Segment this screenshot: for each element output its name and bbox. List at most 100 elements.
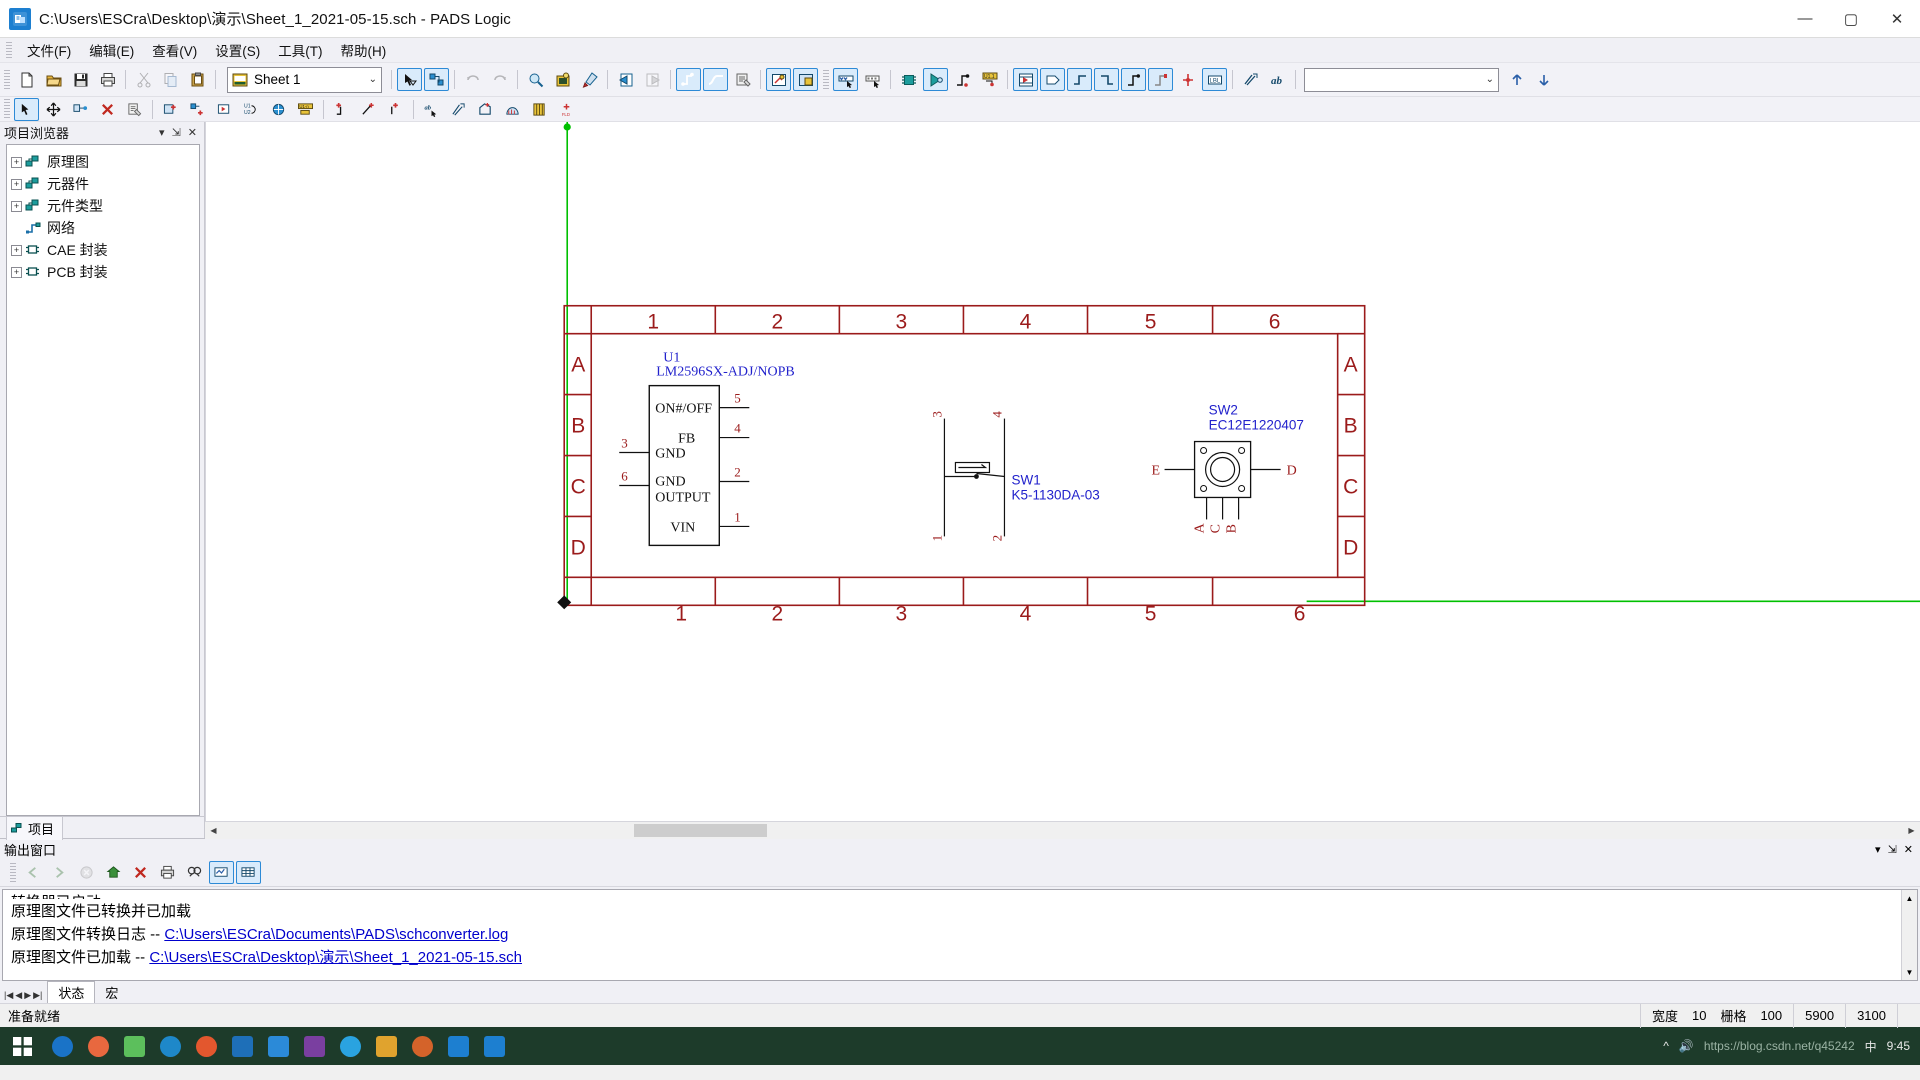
props-icon[interactable] <box>122 98 147 121</box>
copy-part-icon[interactable] <box>68 98 93 121</box>
add-jct-icon[interactable] <box>383 98 408 121</box>
taskbar-app-pads1[interactable] <box>440 1027 476 1065</box>
menu-view[interactable]: 查看(V) <box>143 37 206 63</box>
taskbar-app-firefox[interactable] <box>80 1027 116 1065</box>
redo-icon[interactable] <box>487 68 512 91</box>
menu-tools[interactable]: 工具(T) <box>269 37 331 63</box>
taskbar-app-folder[interactable] <box>368 1027 404 1065</box>
renum-icon[interactable]: U1-n <box>293 98 318 121</box>
place-symbol-icon[interactable] <box>212 98 237 121</box>
taskbar-app-notes[interactable] <box>116 1027 152 1065</box>
text-tool-icon[interactable]: ab <box>419 98 444 121</box>
add-route-icon[interactable] <box>356 98 381 121</box>
scroll-left-button[interactable]: ◀ <box>205 821 222 839</box>
draw-line-icon[interactable] <box>446 98 471 121</box>
output-log-list[interactable]: 转换器已启动 原理图文件已转换并已加载 原理图文件转换日志 -- C:\User… <box>2 889 1918 981</box>
add-connector-icon[interactable] <box>329 98 354 121</box>
draw-poly-icon[interactable] <box>473 98 498 121</box>
first-tab-button[interactable]: |◀ <box>4 990 13 1001</box>
expand-icon[interactable]: + <box>11 178 22 190</box>
next-tab-button[interactable]: ▶ <box>24 990 31 1001</box>
panel-pin-icon[interactable]: ⇲ <box>1888 843 1897 856</box>
add-off-page-icon[interactable] <box>1040 68 1065 91</box>
select-anything-icon[interactable] <box>833 68 858 91</box>
edit-log-icon[interactable] <box>209 861 234 884</box>
tab-project[interactable]: 项目 <box>6 815 64 840</box>
move-icon[interactable] <box>41 98 66 121</box>
swap-refdes-icon[interactable]: U1 U2 <box>239 98 264 121</box>
next-sheet-icon[interactable] <box>640 68 665 91</box>
tray-expand-icon[interactable]: ^ <box>1663 1039 1669 1053</box>
pointer-icon[interactable] <box>14 97 39 121</box>
expand-icon[interactable]: + <box>11 266 22 278</box>
move-down-icon[interactable] <box>1531 68 1556 91</box>
tree-item-nets[interactable]: 网络 <box>11 217 195 239</box>
project-toolbar-icon[interactable] <box>793 68 818 91</box>
forward-icon[interactable] <box>47 861 72 884</box>
tray-volume-icon[interactable]: 🔊 <box>1679 1039 1694 1053</box>
tree-item-pcb[interactable]: + PCB 封装 <box>11 261 195 283</box>
field-combo[interactable]: ⌄ <box>1304 67 1499 92</box>
sheet-selector[interactable]: Sheet 1 ⌄ <box>227 66 382 93</box>
scroll-track[interactable] <box>222 821 1903 839</box>
redraw-icon[interactable] <box>577 68 602 91</box>
taskbar-app-edge[interactable] <box>152 1027 188 1065</box>
add-bus-icon[interactable] <box>703 68 728 91</box>
tree-item-parttypes[interactable]: + 元件类型 <box>11 195 195 217</box>
delete-icon[interactable] <box>95 98 120 121</box>
select-tool-icon[interactable] <box>397 68 422 91</box>
home-icon[interactable] <box>101 861 126 884</box>
project-tree[interactable]: + 原理图 + 元器件 + 元件类型 网络 + CAE 封装 + PCB 封装 <box>6 144 200 816</box>
panel-menu-icon[interactable]: ▾ <box>159 126 165 139</box>
add-pin-icon[interactable] <box>950 68 975 91</box>
paste-icon[interactable] <box>185 68 210 91</box>
save-icon[interactable] <box>68 68 93 91</box>
toolbar-grip[interactable] <box>4 99 10 119</box>
open-icon[interactable] <box>41 68 66 91</box>
output-tab-macro[interactable]: 宏 <box>95 982 128 1003</box>
scroll-down-button[interactable]: ▼ <box>1902 964 1917 980</box>
add-wire-icon[interactable] <box>1121 68 1146 91</box>
taskbar-app-paint[interactable] <box>404 1027 440 1065</box>
output-tab-nav[interactable]: |◀ ◀ ▶ ▶| <box>4 990 47 1003</box>
add-bus-wire-icon[interactable] <box>1148 68 1173 91</box>
canvas-horizontal-scrollbar[interactable]: ◀ ▶ <box>205 821 1920 839</box>
menu-grip[interactable] <box>6 41 12 59</box>
zoom-window-icon[interactable] <box>550 68 575 91</box>
expand-icon[interactable]: + <box>11 244 22 256</box>
toolbar-grip[interactable] <box>10 862 16 883</box>
maximize-button[interactable]: ▢ <box>1828 0 1874 38</box>
last-tab-button[interactable]: ▶| <box>33 990 42 1001</box>
tree-item-parts[interactable]: + 元器件 <box>11 173 195 195</box>
new-icon[interactable] <box>14 68 39 91</box>
menu-help[interactable]: 帮助(H) <box>332 37 396 63</box>
renumber-icon[interactable]: U1.1 <box>977 68 1002 91</box>
zoom-icon[interactable] <box>523 68 548 91</box>
cut-icon[interactable] <box>131 68 156 91</box>
taskbar-clock[interactable]: 9:45 <box>1887 1039 1910 1053</box>
add-gate-icon[interactable] <box>923 68 948 91</box>
taskbar-app-pads2[interactable] <box>476 1027 512 1065</box>
tree-item-cae[interactable]: + CAE 封装 <box>11 239 195 261</box>
menu-file[interactable]: 文件(F) <box>18 37 80 63</box>
output-vertical-scrollbar[interactable]: ▲ ▼ <box>1901 890 1917 980</box>
falling-edge-icon[interactable] <box>1094 68 1119 91</box>
scroll-up-button[interactable]: ▲ <box>1902 890 1917 906</box>
minimize-button[interactable]: — <box>1782 0 1828 38</box>
menu-setup[interactable]: 设置(S) <box>206 37 269 63</box>
tray-ime-icon[interactable]: 中 <box>1865 1038 1877 1055</box>
add-part-icon[interactable] <box>896 68 921 91</box>
add-text-icon[interactable]: ab <box>1265 68 1290 91</box>
add-field-icon[interactable]: FLD <box>554 98 579 121</box>
rotate-icon[interactable] <box>266 98 291 121</box>
print-output-icon[interactable] <box>155 861 180 884</box>
menu-edit[interactable]: 编辑(E) <box>80 37 143 63</box>
taskbar-app-search[interactable] <box>44 1027 80 1065</box>
rising-edge-icon[interactable] <box>1067 68 1092 91</box>
design-toolbar-icon[interactable] <box>766 68 791 91</box>
expand-icon[interactable]: + <box>11 200 22 212</box>
prev-tab-button[interactable]: ◀ <box>15 990 22 1001</box>
back-icon[interactable] <box>20 861 45 884</box>
copy-icon[interactable] <box>158 68 183 91</box>
toolbar-grip[interactable] <box>823 69 829 90</box>
